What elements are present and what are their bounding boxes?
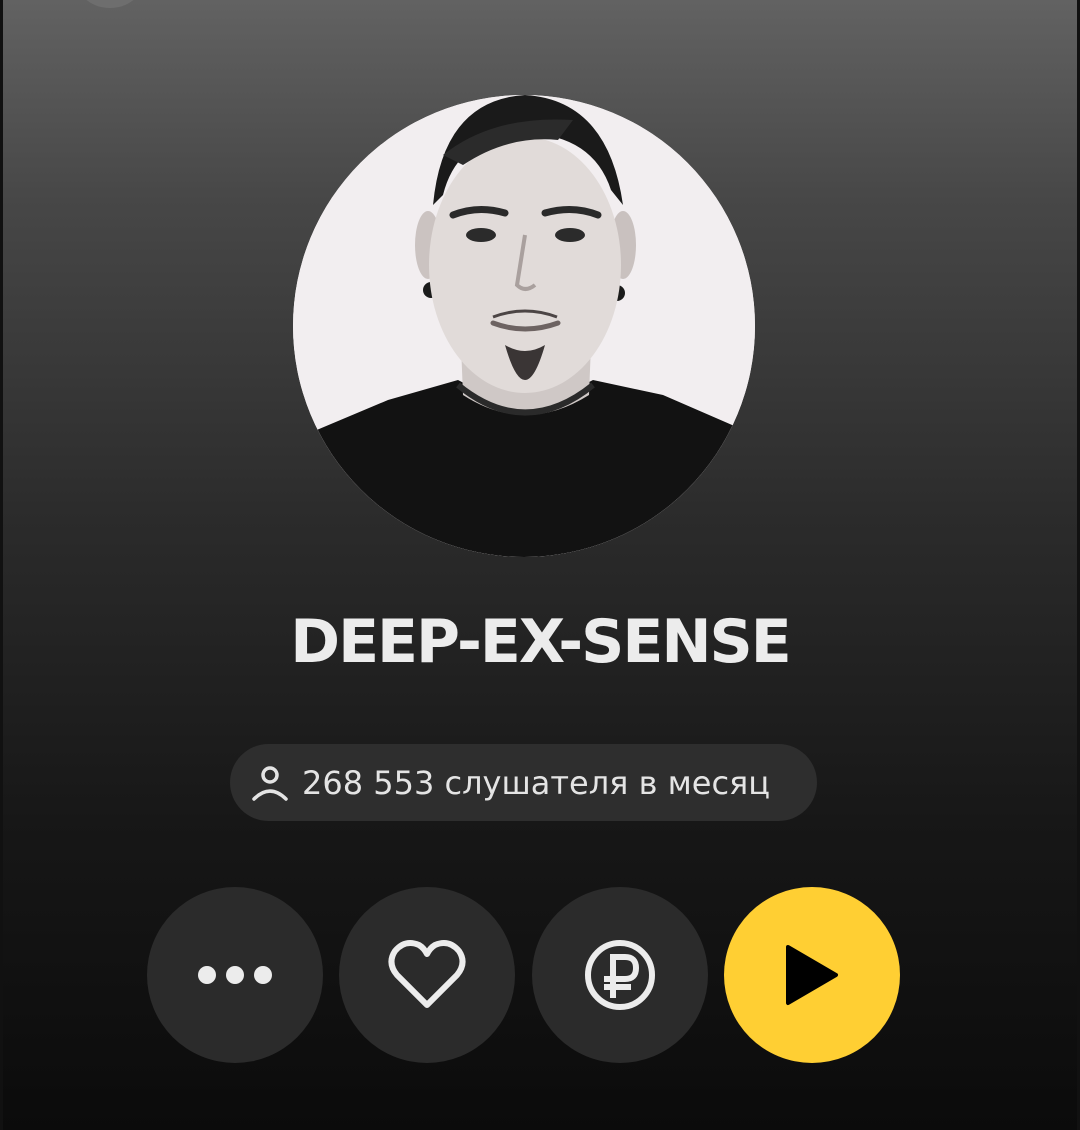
- monthly-listeners-badge: 268 553 слушателя в месяц: [230, 744, 817, 821]
- more-button[interactable]: [147, 887, 323, 1063]
- window-edge: [0, 0, 3, 1130]
- monthly-listeners-count: 268 553 слушателя в месяц: [302, 763, 771, 802]
- artist-name: DEEP-EX-SENSE: [290, 607, 791, 677]
- artist-screen: DEEP-EX-SENSE 268 553 слушателя в месяц: [0, 0, 1080, 1130]
- ruble-icon: [585, 940, 655, 1010]
- user-icon: [250, 763, 290, 803]
- donate-button[interactable]: [532, 887, 708, 1063]
- artist-avatar: [293, 95, 755, 557]
- like-button[interactable]: [339, 887, 515, 1063]
- back-button[interactable]: [78, 0, 142, 8]
- heart-icon: [388, 940, 466, 1008]
- play-icon: [786, 945, 838, 1005]
- more-dots-icon: [198, 966, 272, 984]
- play-button[interactable]: [724, 887, 900, 1063]
